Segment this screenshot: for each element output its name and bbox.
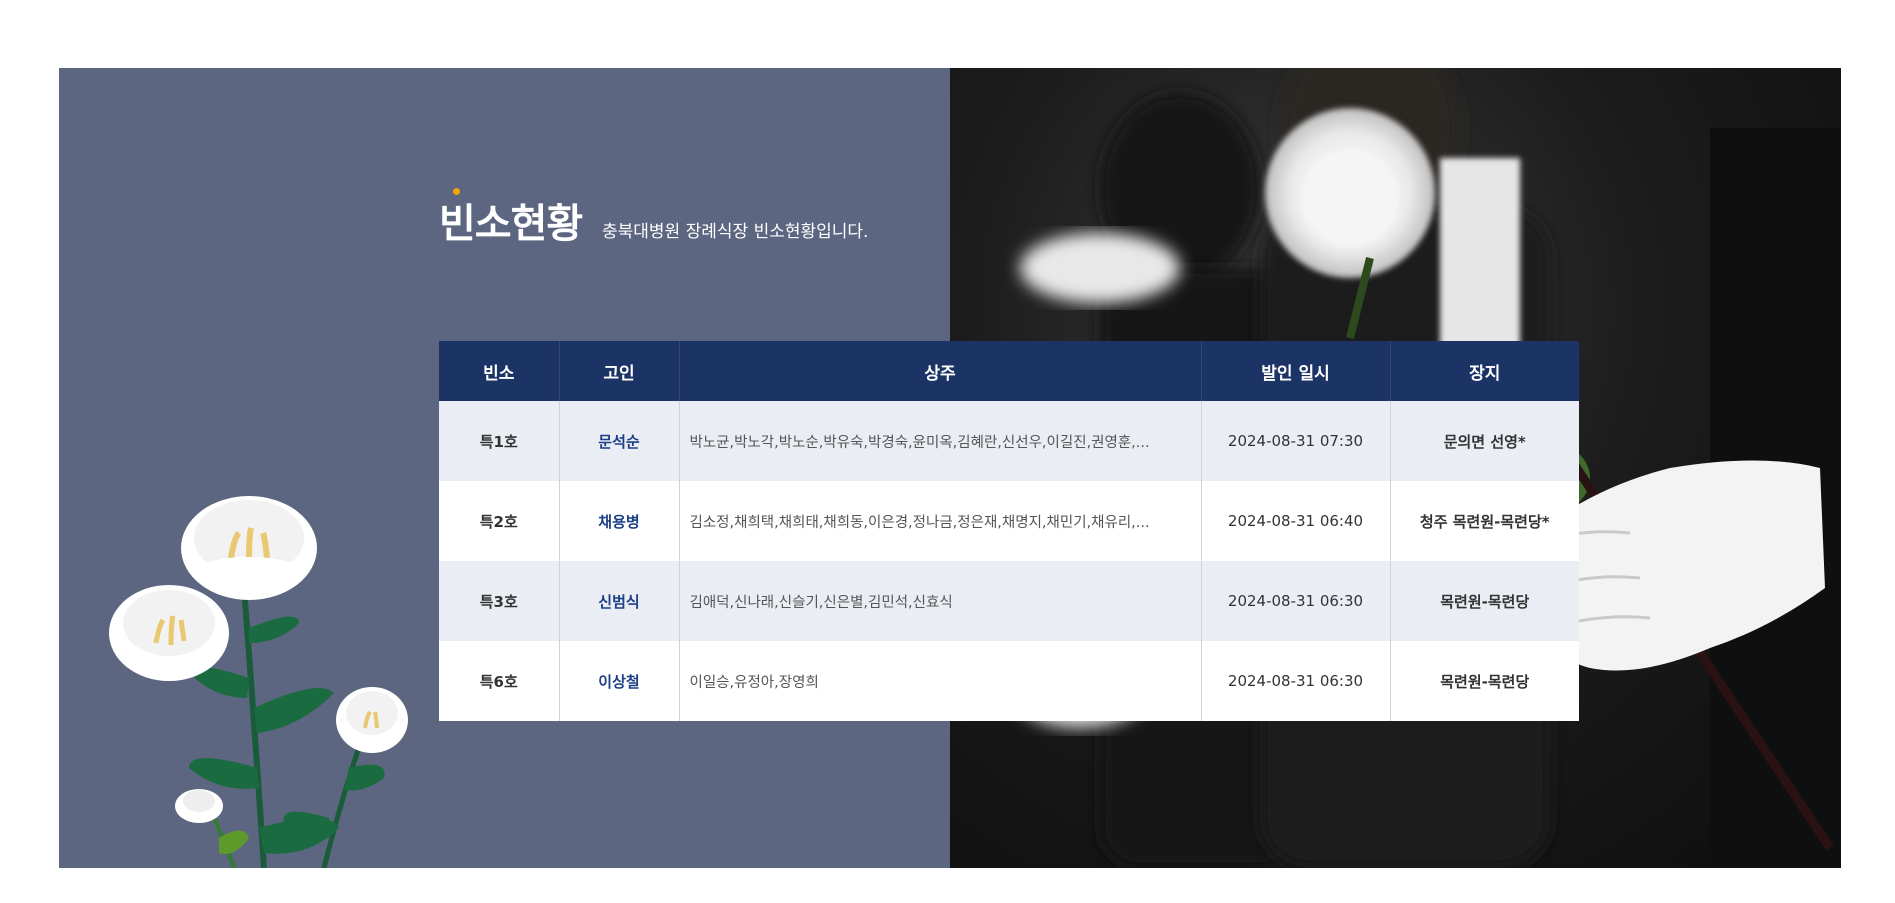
page-subtitle: 충북대병원 장례식장 빈소현황입니다. — [602, 222, 869, 242]
deceased-name-cell[interactable]: 채용병 — [559, 481, 680, 561]
deceased-name-cell[interactable]: 문석순 — [559, 401, 680, 481]
table-header-row: 빈소 고인 상주 발인 일시 장지 — [439, 341, 1579, 401]
burial-place-cell: 목련원-목련당 — [1390, 561, 1579, 641]
room-cell: 특1호 — [439, 401, 560, 481]
departure-datetime-cell: 2024-08-31 06:30 — [1201, 561, 1391, 641]
room-cell: 특6호 — [439, 641, 560, 721]
departure-datetime-cell: 2024-08-31 06:30 — [1201, 641, 1391, 721]
mourners-cell: 김애덕,신나래,신슬기,신은별,김민석,신효식 — [679, 561, 1202, 641]
deceased-name-cell[interactable]: 이상철 — [559, 641, 680, 721]
column-header-burial-place: 장지 — [1390, 341, 1579, 401]
table-row[interactable]: 특2호 채용병 김소정,채희택,채희태,채희동,이은경,정나금,정은재,채명지,… — [439, 481, 1579, 561]
burial-place-cell: 문의면 선영* — [1390, 401, 1579, 481]
column-header-mourners: 상주 — [679, 341, 1202, 401]
departure-datetime-cell: 2024-08-31 07:30 — [1201, 401, 1391, 481]
departure-datetime-cell: 2024-08-31 06:40 — [1201, 481, 1391, 561]
table-row[interactable]: 특3호 신범식 김애덕,신나래,신슬기,신은별,김민석,신효식 2024-08-… — [439, 561, 1579, 641]
deceased-name-cell[interactable]: 신범식 — [559, 561, 680, 641]
column-header-deceased: 고인 — [559, 341, 680, 401]
mourners-cell: 박노균,박노각,박노순,박유숙,박경숙,윤미옥,김혜란,신선우,이길진,권영훈,… — [679, 401, 1202, 481]
table-row[interactable]: 특1호 문석순 박노균,박노각,박노순,박유숙,박경숙,윤미옥,김혜란,신선우,… — [439, 401, 1579, 481]
page-title: 빈소현황 — [439, 201, 583, 247]
funeral-status-banner: 빈소현황 충북대병원 장례식장 빈소현황입니다. 빈소 고인 상주 발인 일시 … — [59, 68, 1841, 868]
room-cell: 특3호 — [439, 561, 560, 641]
funeral-status-table: 빈소 고인 상주 발인 일시 장지 특1호 문석순 박노균,박노각,박노순,박유… — [439, 341, 1579, 721]
mourners-cell: 김소정,채희택,채희태,채희동,이은경,정나금,정은재,채명지,채민기,채유리,… — [679, 481, 1202, 561]
burial-place-cell: 목련원-목련당 — [1390, 641, 1579, 721]
burial-place-cell: 청주 목련원-목련당* — [1390, 481, 1579, 561]
room-cell: 특2호 — [439, 481, 560, 561]
mourners-cell: 이일승,유정아,장영희 — [679, 641, 1202, 721]
table-row[interactable]: 특6호 이상철 이일승,유정아,장영희 2024-08-31 06:30 목련원… — [439, 641, 1579, 721]
accent-dot — [453, 188, 460, 195]
section-header: 빈소현황 충북대병원 장례식장 빈소현황입니다. — [439, 188, 1139, 268]
column-header-departure: 발인 일시 — [1201, 341, 1391, 401]
column-header-room: 빈소 — [439, 341, 560, 401]
